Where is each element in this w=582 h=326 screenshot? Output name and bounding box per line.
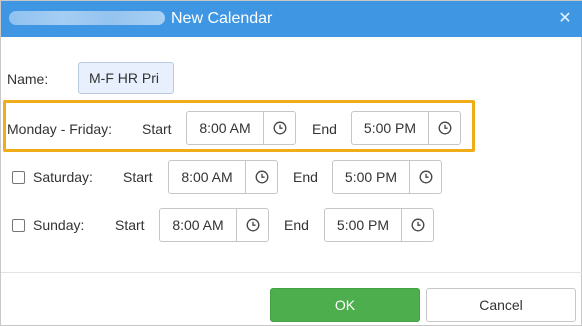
- calendar-name-input[interactable]: M-F HR Pri: [78, 62, 174, 94]
- new-calendar-dialog: New Calendar ✕ Name: M-F HR Pri Monday -…: [0, 0, 582, 326]
- weekday-end-time-value[interactable]: 5:00 PM: [352, 112, 428, 144]
- title-bar: New Calendar ✕: [1, 1, 582, 37]
- sunday-label: Sunday:: [33, 217, 85, 233]
- blurred-app-name: [9, 11, 165, 25]
- name-label: Name:: [7, 71, 49, 87]
- clock-icon[interactable]: [428, 112, 460, 144]
- saturday-start-time-field[interactable]: 8:00 AM: [168, 160, 278, 194]
- sunday-end-time-field[interactable]: 5:00 PM: [324, 208, 434, 242]
- saturday-start-label: Start: [123, 169, 153, 185]
- weekday-end-label: End: [312, 121, 337, 137]
- ok-button[interactable]: OK: [270, 288, 420, 322]
- cancel-button[interactable]: Cancel: [426, 288, 576, 322]
- saturday-end-label: End: [293, 169, 318, 185]
- saturday-label: Saturday:: [33, 169, 93, 185]
- weekday-end-time-field[interactable]: 5:00 PM: [351, 111, 461, 145]
- clock-icon[interactable]: [401, 209, 433, 241]
- sunday-checkbox[interactable]: [12, 219, 25, 232]
- footer-divider: [1, 272, 582, 273]
- weekday-start-time-field[interactable]: 8:00 AM: [186, 111, 296, 145]
- weekday-start-time-value[interactable]: 8:00 AM: [187, 112, 263, 144]
- sunday-end-label: End: [284, 217, 309, 233]
- clock-icon[interactable]: [236, 209, 268, 241]
- saturday-end-time-field[interactable]: 5:00 PM: [332, 160, 442, 194]
- weekday-start-label: Start: [142, 121, 172, 137]
- sunday-start-time-value[interactable]: 8:00 AM: [160, 209, 236, 241]
- clock-icon[interactable]: [263, 112, 295, 144]
- sunday-start-label: Start: [115, 217, 145, 233]
- saturday-end-time-value[interactable]: 5:00 PM: [333, 161, 409, 193]
- sunday-start-time-field[interactable]: 8:00 AM: [159, 208, 269, 242]
- sunday-end-time-value[interactable]: 5:00 PM: [325, 209, 401, 241]
- clock-icon[interactable]: [409, 161, 441, 193]
- saturday-start-time-value[interactable]: 8:00 AM: [169, 161, 245, 193]
- clock-icon[interactable]: [245, 161, 277, 193]
- close-icon[interactable]: ✕: [555, 9, 575, 29]
- weekday-label: Monday - Friday:: [7, 121, 113, 137]
- dialog-title: New Calendar: [171, 10, 273, 27]
- saturday-checkbox[interactable]: [12, 171, 25, 184]
